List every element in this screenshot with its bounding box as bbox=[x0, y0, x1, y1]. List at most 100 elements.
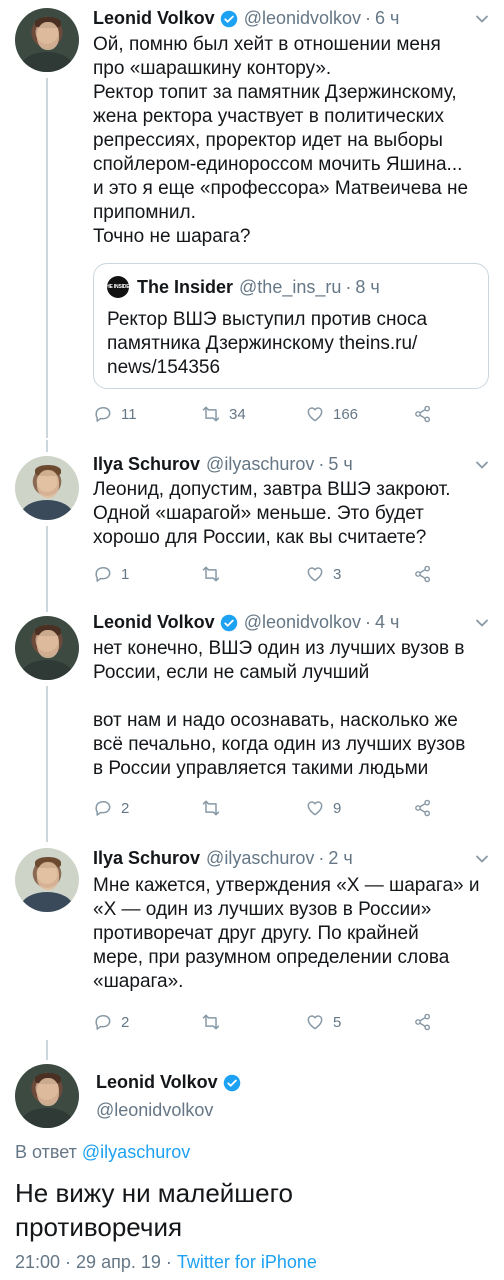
quoted-avatar: THE INSIDER bbox=[103, 276, 133, 298]
tweet-actions: 1 3 bbox=[93, 564, 453, 586]
retweet-button[interactable]: 34 bbox=[201, 404, 246, 424]
quoted-tweet-text: Ректор ВШЭ выступил против сноса памятни… bbox=[107, 309, 428, 378]
quoted-tweet-time: 8 ч bbox=[355, 276, 380, 297]
main-tweet-text: Не вижу ни малейшего противоречия bbox=[15, 1178, 293, 1242]
share-button[interactable] bbox=[413, 564, 441, 584]
author-name[interactable]: Ilya Schurov bbox=[93, 848, 200, 869]
tweet-time: 4 ч bbox=[375, 612, 400, 632]
main-author-name[interactable]: Leonid Volkov bbox=[96, 1072, 218, 1093]
share-button[interactable] bbox=[413, 798, 441, 818]
like-count: 9 bbox=[333, 799, 342, 817]
retweet-icon bbox=[202, 800, 220, 816]
verified-badge-icon bbox=[223, 1074, 240, 1091]
tweet-3[interactable]: Leonid Volkov @leonidvolkov · 4 ч нет ко… bbox=[0, 600, 504, 830]
retweet-button[interactable] bbox=[201, 1012, 229, 1032]
tweet-time: 5 ч bbox=[328, 454, 353, 474]
author-name[interactable]: Leonid Volkov bbox=[93, 612, 215, 633]
main-avatar[interactable] bbox=[15, 1064, 79, 1128]
author-handle: @leonidvolkov bbox=[243, 612, 362, 632]
tweet-actions: 2 5 bbox=[93, 1012, 453, 1034]
tweet-actions: 2 9 bbox=[93, 798, 453, 820]
thread-line bbox=[46, 78, 48, 438]
retweet-icon bbox=[202, 406, 220, 422]
reply-count: 2 bbox=[121, 1013, 130, 1031]
tweet-text: нет конечно, ВШЭ один из лучших вузов в … bbox=[93, 638, 466, 779]
share-icon bbox=[415, 1013, 431, 1031]
author-name[interactable]: Leonid Volkov bbox=[93, 8, 215, 29]
share-icon bbox=[415, 565, 431, 583]
tweet-1[interactable]: Leonid Volkov @leonidvolkov · 6 ч Ой, по… bbox=[0, 0, 504, 440]
heart-icon bbox=[307, 567, 323, 582]
reply-count: 2 bbox=[121, 799, 130, 817]
reply-context: В ответ @ilyaschurov bbox=[15, 1142, 190, 1163]
share-icon bbox=[415, 799, 431, 817]
tweet-header: Ilya Schurov @ilyaschurov · 5 ч bbox=[93, 454, 353, 475]
like-button[interactable]: 5 bbox=[305, 1012, 341, 1032]
tweet-date: 21:00 · 29 апр. 19 · bbox=[15, 1252, 177, 1272]
tweet-time: 6 ч bbox=[375, 8, 400, 28]
share-button[interactable] bbox=[413, 404, 441, 424]
avatar[interactable] bbox=[15, 848, 79, 912]
tweet-text: Мне кажется, утверждения «X — шарага» и … bbox=[93, 875, 480, 992]
tweet-text: Леонид, допустим, завтра ВШЭ закроют. Од… bbox=[93, 479, 451, 548]
chevron-down-icon[interactable] bbox=[475, 852, 489, 866]
thread-line bbox=[46, 526, 48, 600]
like-button[interactable]: 3 bbox=[305, 564, 341, 584]
reply-icon bbox=[95, 407, 111, 422]
author-handle: @leonidvolkov bbox=[243, 8, 362, 28]
share-button[interactable] bbox=[413, 1012, 441, 1032]
reply-button[interactable]: 11 bbox=[93, 404, 137, 424]
retweet-button[interactable] bbox=[201, 564, 229, 584]
quoted-author-name: The Insider bbox=[137, 276, 234, 297]
retweet-icon bbox=[202, 1014, 220, 1030]
tweet-header: Ilya Schurov @ilyaschurov · 2 ч bbox=[93, 848, 353, 869]
chevron-down-icon[interactable] bbox=[475, 616, 489, 630]
heart-icon bbox=[307, 801, 323, 816]
author-handle: @ilyaschurov bbox=[206, 454, 315, 474]
like-button[interactable]: 9 bbox=[305, 798, 341, 818]
avatar[interactable] bbox=[15, 8, 79, 72]
retweet-icon bbox=[202, 566, 220, 582]
chevron-down-icon[interactable] bbox=[475, 458, 489, 472]
thread-line bbox=[46, 600, 48, 612]
main-author-handle: @leonidvolkov bbox=[96, 1100, 214, 1120]
reply-button[interactable]: 1 bbox=[93, 564, 129, 584]
verified-badge-icon bbox=[220, 614, 237, 631]
main-author-name-row[interactable]: Leonid Volkov bbox=[96, 1072, 241, 1093]
tweet-header: Leonid Volkov @leonidvolkov · 4 ч bbox=[93, 612, 400, 633]
share-icon bbox=[415, 405, 431, 423]
tweet-actions: 11 34 166 bbox=[93, 404, 453, 426]
verified-badge-icon bbox=[220, 10, 237, 27]
avatar[interactable] bbox=[15, 616, 79, 680]
thread-line bbox=[46, 686, 48, 830]
like-count: 3 bbox=[333, 565, 342, 583]
client-link[interactable]: Twitter for iPhone bbox=[177, 1252, 317, 1272]
reply-to-link[interactable]: @ilyaschurov bbox=[82, 1142, 190, 1162]
avatar[interactable] bbox=[15, 456, 79, 520]
reply-count: 1 bbox=[121, 565, 130, 583]
thread-line bbox=[46, 440, 48, 452]
retweet-button[interactable] bbox=[201, 798, 229, 818]
reply-prefix: В ответ bbox=[15, 1142, 77, 1162]
thread-line bbox=[46, 1040, 48, 1060]
chevron-down-icon[interactable] bbox=[475, 12, 489, 26]
author-handle: @ilyaschurov bbox=[206, 848, 315, 868]
reply-icon bbox=[95, 1015, 111, 1030]
quoted-author-handle: @the_ins_ru bbox=[239, 276, 342, 297]
author-name[interactable]: Ilya Schurov bbox=[93, 454, 200, 475]
quoted-tweet[interactable]: THE INSIDER The Insider @the_ins_ru · 8 … bbox=[93, 263, 489, 389]
tweet-time: 2 ч bbox=[328, 848, 353, 868]
tweet-header: Leonid Volkov @leonidvolkov · 6 ч bbox=[93, 8, 400, 29]
tweet-4[interactable]: Ilya Schurov @ilyaschurov · 2 ч Мне каже… bbox=[0, 830, 504, 1040]
reply-button[interactable]: 2 bbox=[93, 798, 129, 818]
reply-button[interactable]: 2 bbox=[93, 1012, 129, 1032]
heart-icon bbox=[307, 407, 323, 422]
like-count: 166 bbox=[333, 405, 359, 423]
thread-line bbox=[46, 830, 48, 842]
tweet-meta: 21:00 · 29 апр. 19 · Twitter for iPhone bbox=[15, 1252, 317, 1273]
reply-icon bbox=[95, 801, 111, 816]
tweet-text: Ой, помню был хейт в отношении меня про … bbox=[93, 34, 469, 247]
reply-count: 11 bbox=[121, 405, 137, 423]
like-button[interactable]: 166 bbox=[305, 404, 358, 424]
tweet-2[interactable]: Ilya Schurov @ilyaschurov · 5 ч Леонид, … bbox=[0, 440, 504, 600]
